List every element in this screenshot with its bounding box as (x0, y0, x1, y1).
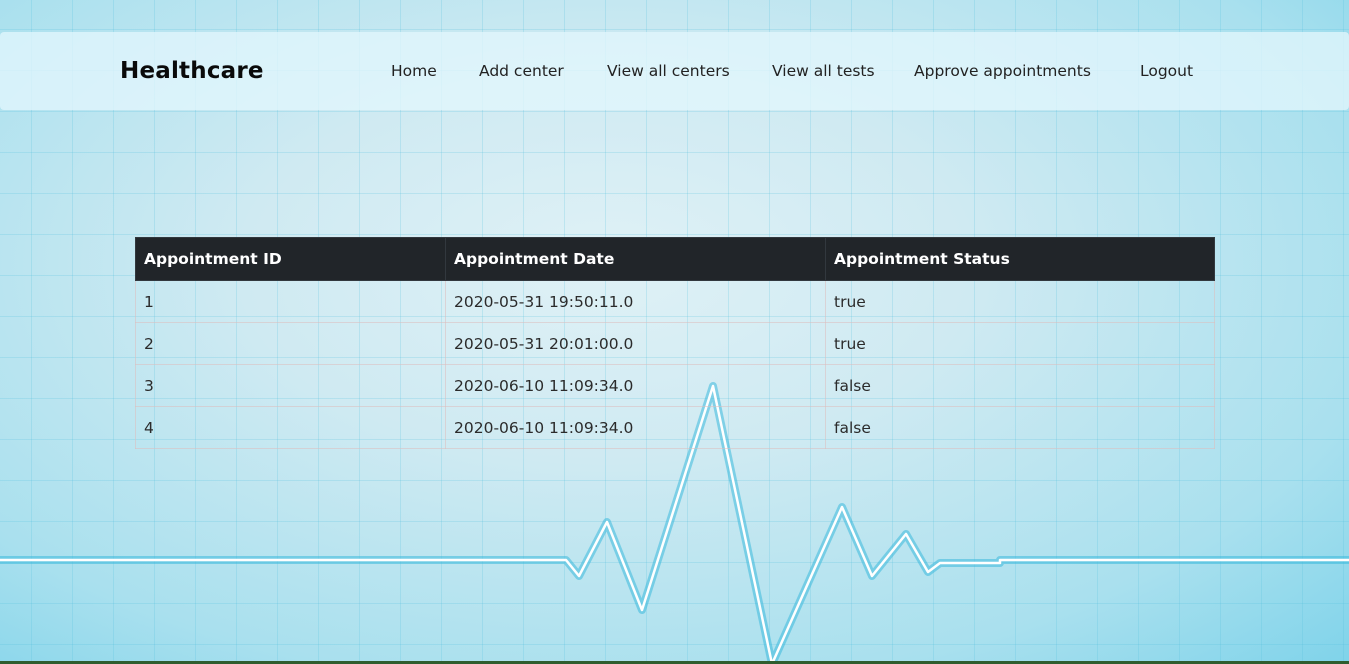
table-row: 3 2020-06-10 11:09:34.0 false (135, 364, 1215, 407)
table-header-row: Appointment ID Appointment Date Appointm… (135, 237, 1215, 281)
table-row: 1 2020-05-31 19:50:11.0 true (135, 280, 1215, 323)
table-row: 4 2020-06-10 11:09:34.0 false (135, 406, 1215, 449)
table-row: 2 2020-05-31 20:01:00.0 true (135, 322, 1215, 365)
appointment-id-cell: 3 (135, 364, 446, 407)
appointments-table-container: Appointment ID Appointment Date Appointm… (135, 237, 1215, 449)
nav-link-home[interactable]: Home (391, 62, 437, 80)
appointment-date-cell: 2020-06-10 11:09:34.0 (445, 364, 826, 407)
appointments-table: Appointment ID Appointment Date Appointm… (135, 237, 1215, 449)
nav-link-approve-appointments[interactable]: Approve appointments (914, 62, 1091, 80)
column-header-appointment-date: Appointment Date (445, 237, 826, 281)
appointment-date-cell: 2020-05-31 19:50:11.0 (445, 280, 826, 323)
appointment-date-cell: 2020-05-31 20:01:00.0 (445, 322, 826, 365)
appointment-status-cell: true (825, 322, 1215, 365)
appointment-id-cell: 2 (135, 322, 446, 365)
column-header-appointment-status: Appointment Status (825, 237, 1215, 281)
appointment-status-cell: true (825, 280, 1215, 323)
column-header-appointment-id: Appointment ID (135, 237, 446, 281)
brand-logo[interactable]: Healthcare (120, 58, 264, 84)
appointment-status-cell: false (825, 406, 1215, 449)
nav-link-logout[interactable]: Logout (1140, 62, 1193, 80)
nav-link-add-center[interactable]: Add center (479, 62, 564, 80)
appointment-id-cell: 4 (135, 406, 446, 449)
appointment-date-cell: 2020-06-10 11:09:34.0 (445, 406, 826, 449)
appointment-status-cell: false (825, 364, 1215, 407)
navbar: Healthcare Home Add center View all cent… (0, 32, 1349, 110)
nav-link-view-all-centers[interactable]: View all centers (607, 62, 730, 80)
appointment-id-cell: 1 (135, 280, 446, 323)
nav-link-view-all-tests[interactable]: View all tests (772, 62, 875, 80)
